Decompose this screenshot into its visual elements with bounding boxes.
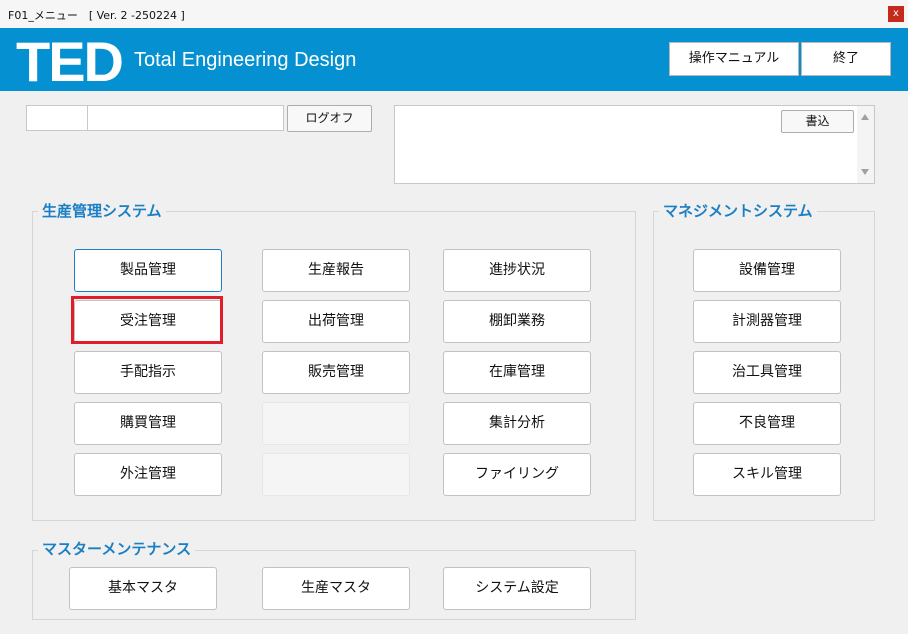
- skill-management-button[interactable]: スキル管理: [693, 453, 841, 496]
- shipping-management-button[interactable]: 出荷管理: [262, 300, 410, 343]
- jig-tool-management-button[interactable]: 治工具管理: [693, 351, 841, 394]
- management-group-title: マネジメントシステム: [659, 202, 817, 220]
- notes-scrollbar[interactable]: [857, 106, 874, 183]
- write-button[interactable]: 書込: [781, 110, 854, 133]
- scroll-down-icon[interactable]: [861, 169, 869, 175]
- defect-management-button[interactable]: 不良管理: [693, 402, 841, 445]
- outsourcing-management-button[interactable]: 外注管理: [74, 453, 222, 496]
- instrument-management-button[interactable]: 計測器管理: [693, 300, 841, 343]
- product-management-button[interactable]: 製品管理: [74, 249, 222, 292]
- equipment-management-button[interactable]: 設備管理: [693, 249, 841, 292]
- logoff-button[interactable]: ログオフ: [287, 105, 372, 132]
- user-name-field[interactable]: [87, 105, 284, 131]
- master-group-title: マスターメンテナンス: [38, 540, 196, 558]
- aggregate-analysis-button[interactable]: 集計分析: [443, 402, 591, 445]
- title-bar: F01_メニュー [ Ver. 2 -250224 ] x: [0, 0, 908, 28]
- close-button[interactable]: x: [888, 6, 904, 22]
- arrangement-button[interactable]: 手配指示: [74, 351, 222, 394]
- app-subtitle: Total Engineering Design: [134, 49, 357, 71]
- system-settings-button[interactable]: システム設定: [443, 567, 591, 610]
- empty-slot-button: [262, 453, 410, 496]
- window-title: F01_メニュー [ Ver. 2 -250224 ]: [8, 9, 185, 22]
- exit-button[interactable]: 終了: [801, 42, 891, 76]
- production-group-title: 生産管理システム: [38, 202, 166, 220]
- filing-button[interactable]: ファイリング: [443, 453, 591, 496]
- production-master-button[interactable]: 生産マスタ: [262, 567, 410, 610]
- stock-management-button[interactable]: 在庫管理: [443, 351, 591, 394]
- user-code-field[interactable]: [26, 105, 88, 131]
- empty-slot-button: [262, 402, 410, 445]
- inventory-count-button[interactable]: 棚卸業務: [443, 300, 591, 343]
- production-report-button[interactable]: 生産報告: [262, 249, 410, 292]
- purchase-management-button[interactable]: 購買管理: [74, 402, 222, 445]
- progress-status-button[interactable]: 進捗状況: [443, 249, 591, 292]
- basic-master-button[interactable]: 基本マスタ: [69, 567, 217, 610]
- scroll-up-icon[interactable]: [861, 114, 869, 120]
- sales-management-button[interactable]: 販売管理: [262, 351, 410, 394]
- manual-button[interactable]: 操作マニュアル: [669, 42, 799, 76]
- order-management-button[interactable]: 受注管理: [74, 300, 222, 343]
- ted-logo: TED: [16, 30, 124, 93]
